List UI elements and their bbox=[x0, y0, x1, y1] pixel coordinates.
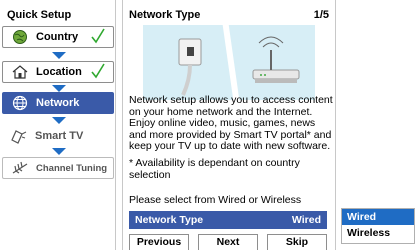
house-icon bbox=[9, 64, 31, 80]
network-type-dropdown[interactable]: Wired Wireless bbox=[341, 208, 415, 244]
antenna-icon bbox=[9, 160, 31, 176]
selection-prompt: Please select from Wired or Wireless bbox=[129, 194, 302, 206]
tv-icon bbox=[8, 128, 30, 144]
network-illustration bbox=[143, 25, 315, 100]
step-location[interactable]: Location bbox=[2, 61, 114, 83]
page-indicator: 1/5 bbox=[313, 9, 329, 21]
network-type-selector[interactable]: Network Type Wired bbox=[129, 211, 327, 229]
sidebar-title: Quick Setup bbox=[7, 9, 72, 21]
globe-icon bbox=[9, 29, 31, 45]
step-arrow bbox=[52, 148, 66, 155]
panel-title: Network Type bbox=[129, 9, 201, 21]
step-channel-tuning[interactable]: Channel Tuning bbox=[2, 157, 114, 179]
step-smart-tv[interactable]: Smart TV bbox=[2, 125, 114, 147]
step-arrow bbox=[52, 117, 66, 124]
next-button[interactable]: Next bbox=[198, 234, 258, 250]
step-network[interactable]: Network bbox=[2, 92, 114, 114]
network-description: Network setup allows you to access conte… bbox=[129, 94, 333, 152]
step-arrow bbox=[52, 85, 66, 92]
dropdown-option-wireless[interactable]: Wireless bbox=[342, 225, 414, 241]
skip-button[interactable]: Skip bbox=[267, 234, 327, 250]
checkmark-icon bbox=[91, 28, 105, 47]
selector-value: Wired bbox=[291, 214, 321, 226]
previous-button[interactable]: Previous bbox=[129, 234, 189, 250]
quick-setup-sidebar: Quick Setup Country Location Network Sma… bbox=[2, 0, 116, 250]
selector-label: Network Type bbox=[135, 214, 204, 226]
step-country[interactable]: Country bbox=[2, 26, 114, 48]
dropdown-option-wired[interactable]: Wired bbox=[342, 209, 414, 225]
checkmark-icon bbox=[91, 63, 105, 82]
availability-note: * Availability is dependant on country s… bbox=[129, 157, 300, 181]
network-type-panel: Network Type 1/5 Network setup allows yo… bbox=[122, 0, 336, 250]
step-arrow bbox=[52, 52, 66, 59]
network-globe-icon bbox=[9, 95, 31, 111]
